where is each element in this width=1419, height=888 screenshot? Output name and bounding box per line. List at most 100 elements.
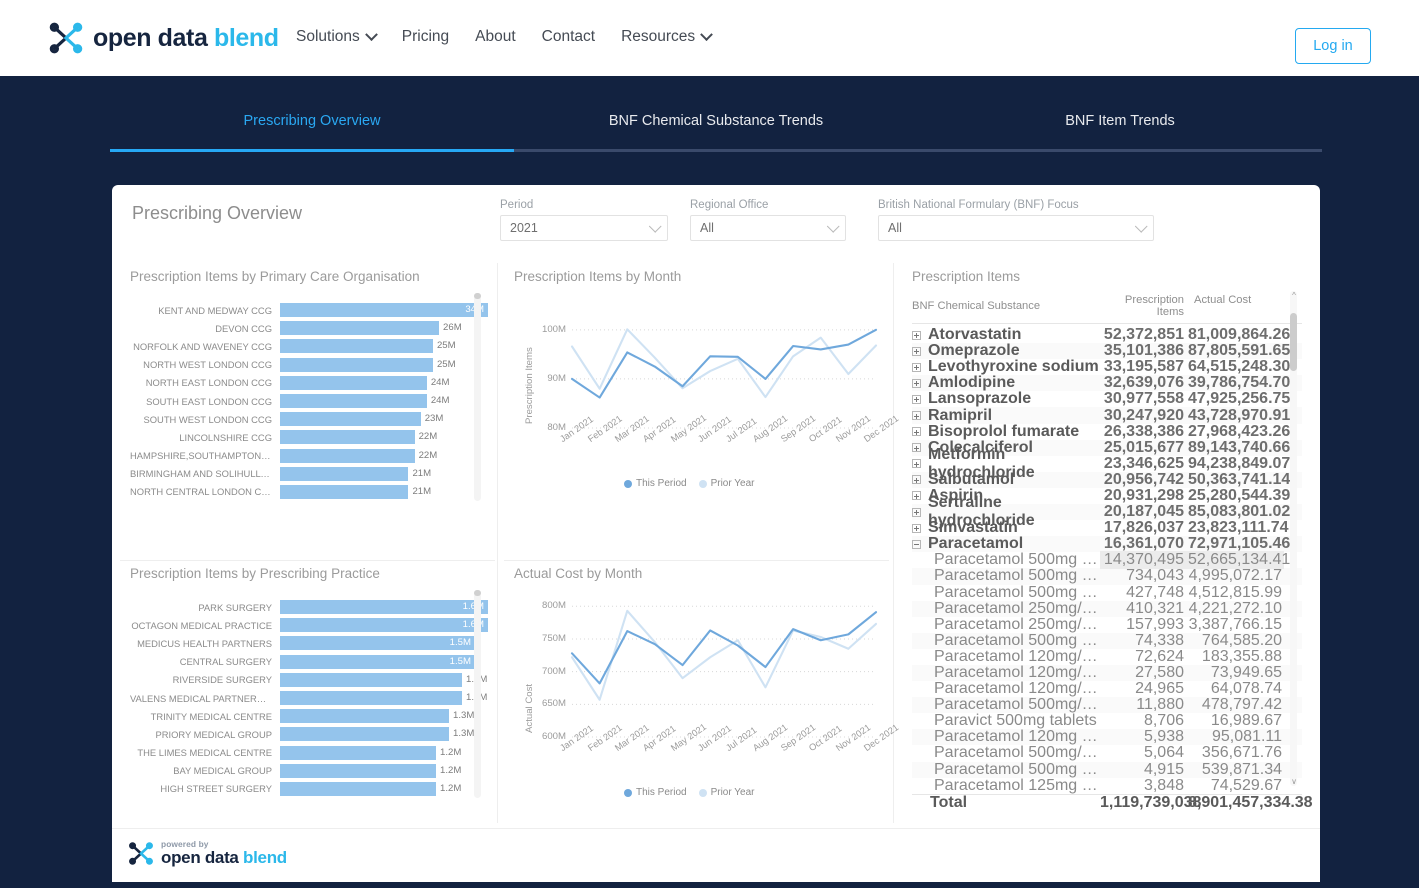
slicer-bnf-focus-dropdown[interactable]: All xyxy=(878,215,1154,241)
bar-row[interactable]: PRIORY MEDICAL GROUP 1.3M xyxy=(130,725,488,743)
bar-row[interactable]: OCTAGON MEDICAL PRACTICE 1.6M xyxy=(130,616,488,634)
bar-fill[interactable] xyxy=(280,484,409,499)
bar-row[interactable]: RIVERSIDE SURGERY 1.4M xyxy=(130,671,488,689)
tab-prescribing-overview[interactable]: Prescribing Overview xyxy=(110,113,514,149)
bar-row[interactable]: THE LIMES MEDICAL CENTRE 1.2M xyxy=(130,744,488,762)
bar-row[interactable]: PARK SURGERY 1.6M xyxy=(130,598,488,616)
bar-row[interactable]: HIGH STREET SURGERY 1.2M xyxy=(130,780,488,798)
bar-row[interactable]: BIRMINGHAM AND SOLIHULL CCG 21M xyxy=(130,465,488,483)
table-row[interactable]: Paracetamol 125mg supposit... 3,848 74,529… xyxy=(912,777,1302,794)
bar-fill[interactable] xyxy=(280,691,462,706)
bar-fill[interactable] xyxy=(280,375,427,390)
bar-fill[interactable] xyxy=(280,466,409,481)
expand-icon[interactable] xyxy=(912,523,921,533)
bar-row[interactable]: NORTH EAST LONDON CCG 24M xyxy=(130,374,488,392)
expand-icon[interactable] xyxy=(912,507,921,517)
expand-icon[interactable] xyxy=(912,411,921,421)
bar-chart-scrollbar[interactable] xyxy=(474,590,481,798)
bar-fill[interactable] xyxy=(280,303,488,318)
legend-item-prior-year[interactable]: Prior Year xyxy=(698,478,755,489)
table-row[interactable]: Paracetamol 120mg/5ml oral ...72,624183,… xyxy=(912,648,1302,665)
table-row[interactable]: Paracetamol 500mg effervesc...74,338764,… xyxy=(912,632,1302,649)
table-row[interactable]: Paracetamol 16,361,070 72,971,105.46 xyxy=(912,535,1302,553)
expand-icon[interactable] xyxy=(912,491,921,501)
expand-icon[interactable] xyxy=(912,475,921,485)
expand-icon[interactable] xyxy=(912,378,921,388)
tab-bnf-item-trends[interactable]: BNF Item Trends xyxy=(918,113,1322,149)
bar-row[interactable]: VALENS MEDICAL PARTNERSHIP1.4M xyxy=(130,689,488,707)
table-row[interactable]: Ramipril 30,247,920 43,728,970.91 xyxy=(912,407,1302,424)
expand-icon[interactable] xyxy=(912,443,921,453)
table-row[interactable]: Paracetamol 120mg/5ml oral ...24,96564,0… xyxy=(912,680,1302,697)
expand-icon[interactable] xyxy=(912,459,921,469)
bar-row[interactable]: BAY MEDICAL GROUP 1.2M xyxy=(130,762,488,780)
bar-chart-scrollbar[interactable] xyxy=(474,293,481,501)
tab-bnf-chemical-substance-trends[interactable]: BNF Chemical Substance Trends xyxy=(514,113,918,149)
scrollbar-thumb[interactable] xyxy=(474,293,481,299)
bar-fill[interactable] xyxy=(280,412,421,427)
bar-row[interactable]: HAMPSHIRE,SOUTHAMPTON &ISLE ... 22M xyxy=(130,447,488,465)
bar-fill[interactable] xyxy=(280,727,449,742)
login-button[interactable]: Log in xyxy=(1295,28,1371,64)
bar-row[interactable]: SOUTH WEST LONDON CCG 23M xyxy=(130,410,488,428)
table-row[interactable]: Paracetamol 500mg/5ml oral ...5,064356,6… xyxy=(912,744,1302,761)
table-row[interactable]: Paracetamol 500mg capsules734,0434,995,0… xyxy=(912,567,1302,585)
scrollbar-thumb[interactable] xyxy=(474,590,481,596)
table-scrollbar[interactable] xyxy=(1290,291,1297,786)
table-row[interactable]: Paravict 500mg tablets 8,706 16,989.67 xyxy=(912,712,1302,729)
expand-icon[interactable] xyxy=(912,346,921,356)
nav-item-solutions[interactable]: Solutions xyxy=(296,27,378,46)
table-row[interactable]: Paracetamol 250mg/5ml oral ...157,9933,3… xyxy=(912,616,1302,633)
legend-item-prior-year[interactable]: Prior Year xyxy=(698,787,755,798)
legend-item-this-period[interactable]: This Period xyxy=(624,478,687,489)
table-row[interactable]: Paracetamol 500mg/5ml oral ...11,880478,… xyxy=(912,696,1302,714)
expand-icon[interactable] xyxy=(912,394,921,404)
bar-row[interactable]: LINCOLNSHIRE CCG 22M xyxy=(130,428,488,446)
bar-fill[interactable] xyxy=(280,709,449,724)
column-header-bnf-chemical-substance[interactable]: BNF Chemical Substance xyxy=(912,294,1100,318)
bar-row[interactable]: NORTH CENTRAL LONDON CCG 21M xyxy=(130,483,488,501)
nav-item-about[interactable]: About xyxy=(475,28,516,46)
expand-icon[interactable] xyxy=(912,427,921,437)
table-row[interactable]: Metformin hydrochloride 23,346,625 94,238,… xyxy=(912,446,1302,481)
bar-fill[interactable] xyxy=(280,600,488,615)
bar-fill[interactable] xyxy=(280,654,475,669)
bar-fill[interactable] xyxy=(280,636,475,651)
bar-fill[interactable] xyxy=(280,448,415,463)
brand-logo[interactable]: open data blend xyxy=(48,21,279,55)
bar-row[interactable]: SOUTH EAST LONDON CCG 24M xyxy=(130,392,488,410)
table-row[interactable]: Omeprazole 35,101,386 87,805,591.65 xyxy=(912,342,1302,360)
bar-row[interactable]: KENT AND MEDWAY CCG 34M xyxy=(130,301,488,319)
scrollbar-thumb[interactable] xyxy=(1290,313,1297,371)
bar-row[interactable]: NORFOLK AND WAVENEY CCG 25M xyxy=(130,337,488,355)
table-row[interactable]: Amlodipine 32,639,076 39,786,754.70 xyxy=(912,374,1302,392)
nav-item-pricing[interactable]: Pricing xyxy=(402,28,449,46)
bar-row[interactable]: NORTH WEST LONDON CCG 25M xyxy=(130,356,488,374)
bar-fill[interactable] xyxy=(280,430,415,445)
table-row[interactable]: Salbutamol 20,956,742 50,363,741.14 xyxy=(912,471,1302,488)
table-row[interactable]: Paracetamol 500mg soluble t...427,7484,5… xyxy=(912,584,1302,601)
table-row-selected[interactable]: Paracetamol 500mg tablets14,370,49552,66… xyxy=(912,551,1302,570)
bar-fill[interactable] xyxy=(280,781,436,796)
scroll-up-arrow-icon[interactable]: ^ xyxy=(1290,291,1298,301)
nav-item-resources[interactable]: Resources xyxy=(621,27,714,46)
table-row[interactable]: Paracetamol 500mg supposit...4,915539,87… xyxy=(912,761,1302,778)
bar-fill[interactable] xyxy=(280,763,436,778)
legend-item-this-period[interactable]: This Period xyxy=(624,787,687,798)
bar-row[interactable]: MEDICUS HEALTH PARTNERS 1.5M xyxy=(130,634,488,652)
bar-fill[interactable] xyxy=(280,321,440,336)
bar-row[interactable]: TRINITY MEDICAL CENTRE 1.3M xyxy=(130,707,488,725)
column-header-prescription-items[interactable]: Prescription Items xyxy=(1100,294,1188,318)
table-row[interactable]: Paracetamol 120mg supposit...5,93895,081… xyxy=(912,728,1302,746)
table-row[interactable]: Sertraline hydrochloride 20,187,045 85,083… xyxy=(912,494,1302,529)
collapse-icon[interactable] xyxy=(912,539,921,549)
table-row[interactable]: Paracetamol 250mg/5ml oral ...410,3214,2… xyxy=(912,600,1302,617)
slicer-regional-office-dropdown[interactable]: All xyxy=(690,215,846,241)
bar-fill[interactable] xyxy=(280,357,433,372)
bar-row[interactable]: CENTRAL SURGERY 1.5M xyxy=(130,653,488,671)
bar-fill[interactable] xyxy=(280,339,433,354)
table-row[interactable]: Simvastatin 17,826,037 23,823,111.74 xyxy=(912,519,1302,536)
table-row[interactable]: Levothyroxine sodium 33,195,587 64,515,248… xyxy=(912,358,1302,375)
table-row[interactable]: Paracetamol 120mg/5ml oral ...27,58073,9… xyxy=(912,664,1302,682)
table-row[interactable]: Lansoprazole 30,977,558 47,925,256.75 xyxy=(912,390,1302,407)
